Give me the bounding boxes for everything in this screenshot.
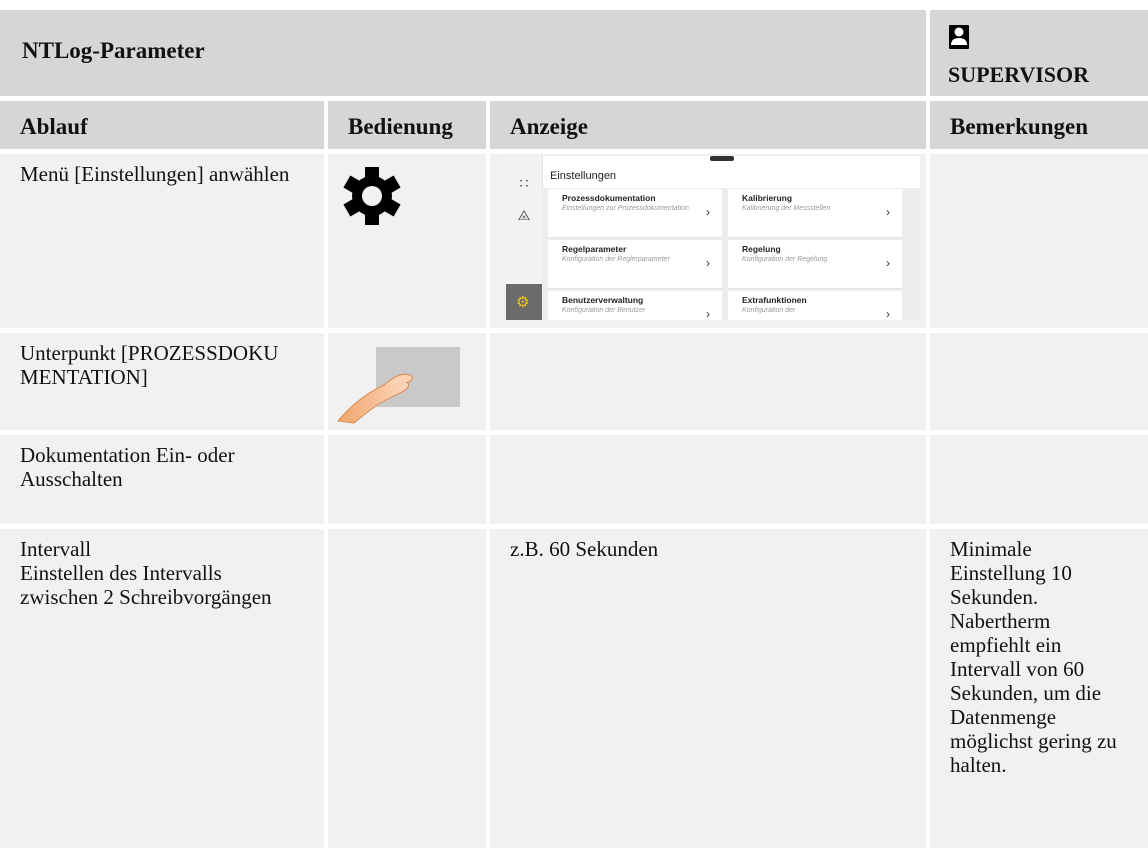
table-row-1-ablauf: Menü [Einstellungen] anwählen [0,154,324,328]
table-row-2-bedienung [328,333,486,430]
screen-title: Einstellungen [550,170,617,182]
column-header-bemerkungen: Bemerkungen [930,101,1148,149]
person-icon [949,25,969,49]
table-header-title-cell: NTLog-Parameter [0,10,926,96]
ntlog-parameter-page: NTLog-Parameter SUPERVISOR Ablauf Bedien… [0,0,1148,848]
table-row-1-anzeige: ∷ ⨻ ⚙ Einstellungen Prozessdokumentation… [490,154,926,328]
tile-benutzerverwaltung: Benutzerverwaltung Konfiguration der Ben… [548,291,722,320]
tile-regelung: Regelung Konfiguration der Regelung › [728,240,902,289]
tile-prozessdokumentation: Prozessdokumentation Einstellungen zur P… [548,189,722,238]
table-row-3-bemerkungen [930,435,1148,524]
gear-icon: ⚙ [516,294,530,311]
role-cell: SUPERVISOR [930,10,1148,96]
table-row-2-anzeige [490,333,926,430]
ablauf-text: Unterpunkt [PROZESSDOKUMENTATION] [20,341,279,389]
ablauf-text: Dokumentation Ein- oder Ausschalten [20,443,235,491]
column-header-bedienung: Bedienung [328,101,486,149]
table-row-3-anzeige [490,435,926,524]
page-title: NTLog-Parameter [22,38,205,63]
chevron-right-icon: › [886,307,890,320]
table-row-1-bedienung [328,154,486,328]
table-row-3-bedienung [328,435,486,524]
settings-screen-thumbnail: ∷ ⨻ ⚙ Einstellungen Prozessdokumentation… [506,156,920,320]
finger-touch-icon [337,347,460,424]
grid-icon: ∷ [519,175,529,191]
table-row-3-ablauf: Dokumentation Ein- oder Ausschalten [0,435,324,524]
table-row-4-ablauf: Intervall Einstellen des Intervalls zwis… [0,529,324,848]
table-row-2-bemerkungen [930,333,1148,430]
tile-regelparameter: Regelparameter Konfiguration der Reglerp… [548,240,722,289]
column-header-anzeige: Anzeige [490,101,926,149]
anzeige-text: z.B. 60 Sekunden [510,537,659,561]
chart-icon: ⨻ [517,207,531,223]
ablauf-text: Menü [Einstellungen] anwählen [20,162,290,186]
chevron-right-icon: › [706,205,710,219]
ablauf-text: Intervall Einstellen des Intervalls zwis… [20,537,272,609]
chevron-right-icon: › [886,256,890,270]
tile-extrafunktionen: Extrafunktionen Konfiguration der › [728,291,902,320]
table-row-4-bedienung [328,529,486,848]
chevron-right-icon: › [706,307,710,320]
screen-tile-grid: Prozessdokumentation Einstellungen zur P… [542,188,920,320]
gear-icon [343,167,401,225]
chevron-right-icon: › [706,256,710,270]
table-row-1-bemerkungen [930,154,1148,328]
screen-side-rail: ∷ ⨻ ⚙ [506,156,543,320]
chevron-right-icon: › [886,205,890,219]
role-label: SUPERVISOR [948,62,1090,87]
table-row-4-bemerkungen: Minimale Einstellung 10 Sekunden. Nabert… [930,529,1148,848]
table-row-4-anzeige: z.B. 60 Sekunden [490,529,926,848]
column-header-ablauf: Ablauf [0,101,324,149]
screen-top-handle [710,156,734,161]
tile-kalibrierung: Kalibrierung Kalibrierung der Messstelle… [728,189,902,238]
table-row-2-ablauf: Unterpunkt [PROZESSDOKUMENTATION] [0,333,324,430]
rail-item-settings-active: ⚙ [506,284,542,320]
bemerkungen-text: Minimale Einstellung 10 Sekunden. Nabert… [950,537,1117,777]
